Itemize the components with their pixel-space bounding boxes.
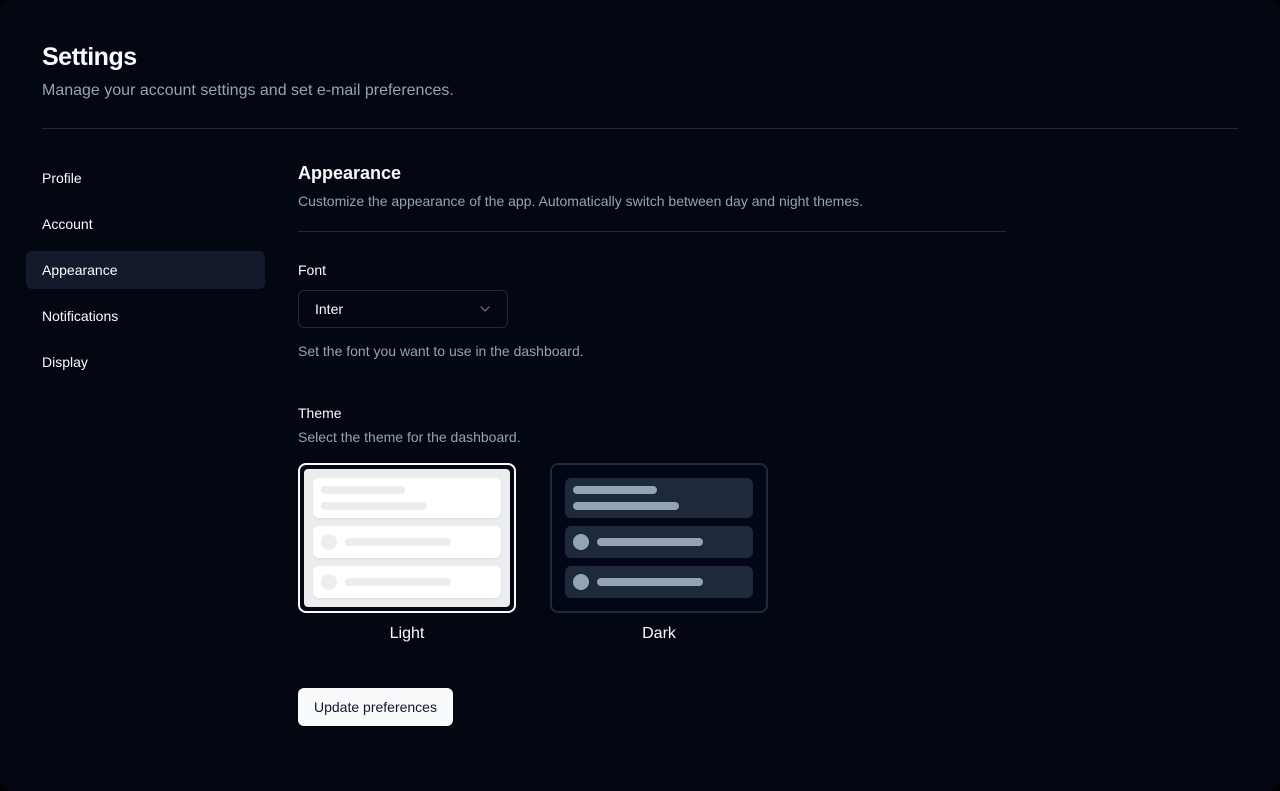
settings-page: Settings Manage your account settings an… [0, 0, 1280, 791]
skeleton-card [565, 566, 753, 598]
theme-preview-light [298, 463, 516, 613]
skeleton-bar [321, 502, 427, 510]
section-description: Customize the appearance of the app. Aut… [298, 193, 864, 209]
theme-label: Theme [298, 405, 342, 421]
skeleton-bar [597, 578, 703, 586]
page-header: Settings Manage your account settings an… [0, 0, 1280, 129]
skeleton-dot [573, 574, 589, 590]
skeleton-card [313, 566, 501, 598]
skeleton-dot [321, 574, 337, 590]
sidebar-item-appearance[interactable]: Appearance [26, 251, 265, 289]
dark-preview-panel [556, 469, 762, 607]
settings-sidebar: Profile Account Appearance Notifications… [26, 159, 265, 726]
chevron-down-icon [477, 301, 493, 317]
theme-option-dark-label: Dark [642, 625, 676, 642]
skeleton-dot [573, 534, 589, 550]
font-field: Font Inter Set the font you want to use … [298, 262, 1006, 361]
sidebar-item-display[interactable]: Display [26, 343, 265, 381]
theme-option-light-label: Light [389, 625, 425, 642]
font-select[interactable]: Inter [298, 290, 508, 328]
page-title: Settings [42, 43, 137, 71]
theme-options: Light Dark [298, 463, 1006, 644]
theme-option-light[interactable]: Light [298, 463, 516, 644]
skeleton-dot [321, 534, 337, 550]
skeleton-bar [345, 538, 451, 546]
skeleton-bar [345, 578, 451, 586]
sidebar-item-account[interactable]: Account [26, 205, 265, 243]
font-select-value: Inter [315, 301, 344, 317]
font-label: Font [298, 262, 327, 278]
update-preferences-button[interactable]: Update preferences [298, 688, 453, 726]
theme-preview-dark [550, 463, 768, 613]
appearance-section: Appearance Customize the appearance of t… [298, 159, 1006, 726]
content-area: Profile Account Appearance Notifications… [0, 129, 1280, 726]
skeleton-card [565, 478, 753, 518]
page-subtitle: Manage your account settings and set e-m… [42, 82, 454, 99]
theme-option-dark[interactable]: Dark [550, 463, 768, 644]
theme-field: Theme Select the theme for the dashboard… [298, 405, 1006, 644]
skeleton-bar [321, 486, 405, 494]
skeleton-bar [573, 502, 679, 510]
sidebar-item-notifications[interactable]: Notifications [26, 297, 265, 335]
skeleton-card [565, 526, 753, 558]
section-separator [298, 231, 1006, 232]
skeleton-bar [573, 486, 657, 494]
skeleton-card [313, 478, 501, 518]
section-heading: Appearance [298, 163, 402, 183]
skeleton-card [313, 526, 501, 558]
sidebar-item-profile[interactable]: Profile [26, 159, 265, 197]
skeleton-bar [597, 538, 703, 546]
font-helper-text: Set the font you want to use in the dash… [298, 343, 584, 359]
theme-description: Select the theme for the dashboard. [298, 429, 521, 445]
light-preview-panel [304, 469, 510, 607]
